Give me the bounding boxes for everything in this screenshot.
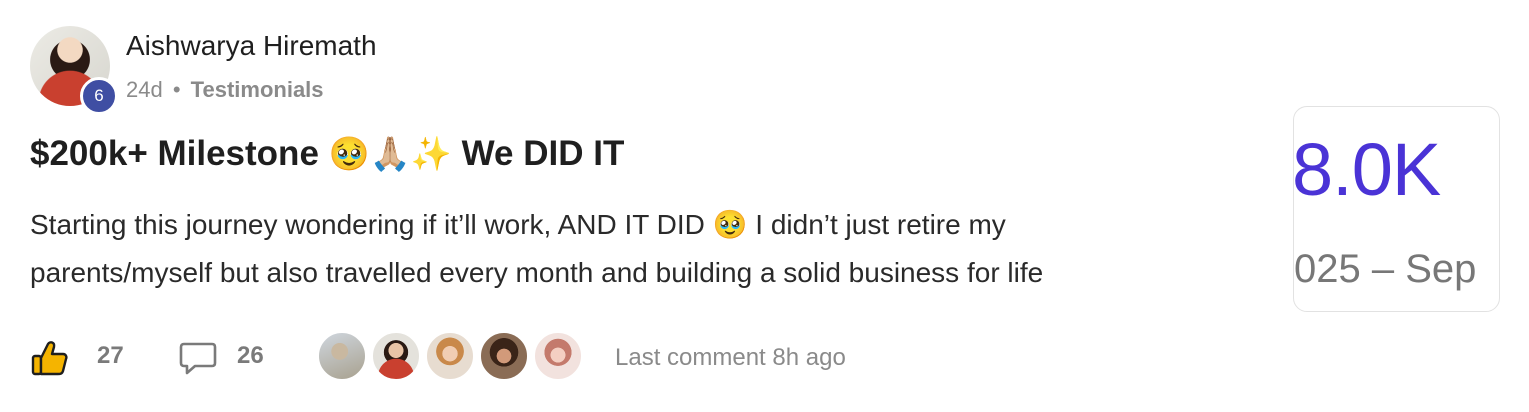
thumbnail-big-text: 8.0K bbox=[1293, 128, 1441, 211]
comment-count: 26 bbox=[237, 342, 264, 369]
level-badge: 6 bbox=[80, 77, 118, 115]
post-title[interactable]: $200k+ Milestone 🥹🙏🏼✨ We DID IT bbox=[30, 134, 624, 174]
author-name[interactable]: Aishwarya Hiremath bbox=[126, 30, 377, 62]
thumbnail-small-text: 025 – Sep bbox=[1294, 247, 1477, 291]
post-title-emoji: 🥹🙏🏼✨ bbox=[328, 135, 452, 172]
commenter-avatar[interactable] bbox=[532, 330, 584, 382]
post-body[interactable]: Starting this journey wondering if it’ll… bbox=[30, 201, 1230, 297]
post-body-line: Starting this journey wondering if it’ll… bbox=[30, 209, 1006, 240]
thumbs-up-icon[interactable] bbox=[30, 338, 70, 378]
commenter-avatar[interactable] bbox=[316, 330, 368, 382]
commenter-avatar[interactable] bbox=[424, 330, 476, 382]
commenter-avatar[interactable] bbox=[370, 330, 422, 382]
commenter-avatar[interactable] bbox=[478, 330, 530, 382]
post-title-text: $200k+ Milestone bbox=[30, 134, 319, 173]
post-thumbnail[interactable]: 8.0K 025 – Sep bbox=[1293, 106, 1500, 312]
last-comment-time[interactable]: Last comment 8h ago bbox=[615, 344, 846, 372]
post-category[interactable]: Testimonials bbox=[191, 77, 324, 102]
post-card[interactable]: 6 Aishwarya Hiremath 24d • Testimonials … bbox=[0, 0, 1529, 412]
post-age: 24d bbox=[126, 77, 163, 102]
post-body-line: parents/myself but also travelled every … bbox=[30, 257, 1044, 288]
like-count: 27 bbox=[97, 342, 124, 369]
meta-separator: • bbox=[172, 77, 181, 102]
speech-bubble-icon[interactable] bbox=[178, 340, 218, 376]
post-meta: 24d • Testimonials bbox=[126, 77, 324, 103]
post-title-tail: We DID IT bbox=[461, 134, 625, 173]
